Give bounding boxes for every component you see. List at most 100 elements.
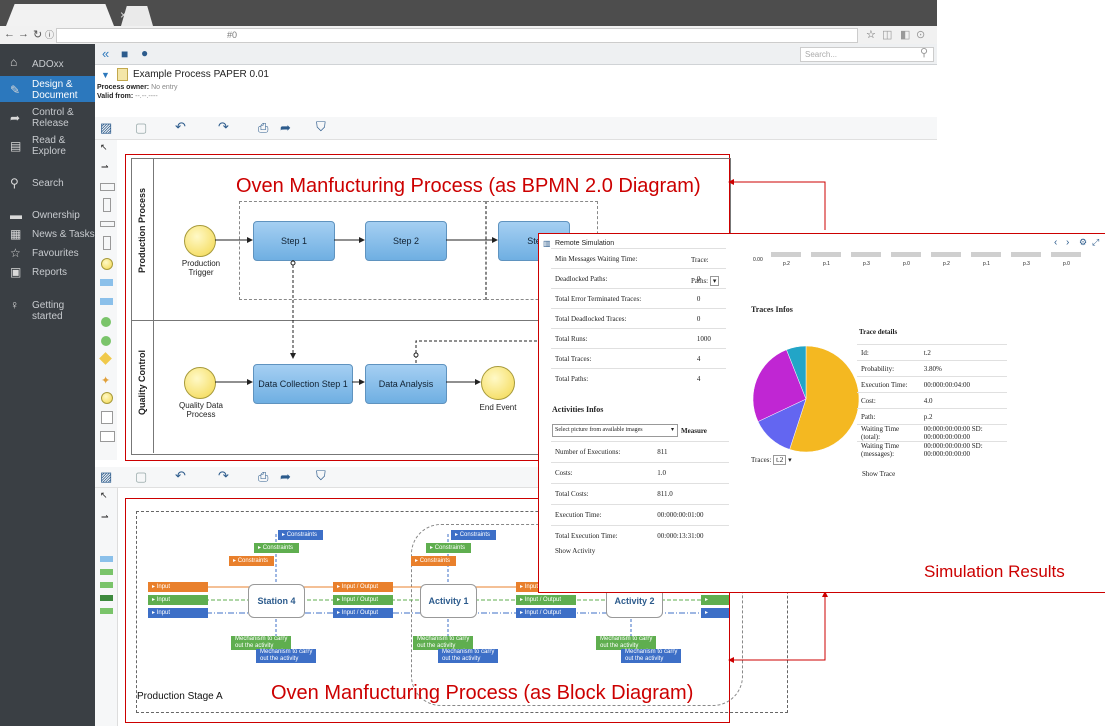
start-event-icon[interactable]	[101, 258, 113, 270]
reload-icon[interactable]: ↻	[33, 28, 42, 41]
expand-arrow-icon[interactable]: ▼	[101, 70, 110, 80]
sidebar-item-search[interactable]: ⚲ Search	[0, 175, 95, 191]
show-trace-link[interactable]: Show Trace	[862, 470, 895, 478]
redo-icon[interactable]: ↷	[218, 119, 229, 135]
constraints-block[interactable]: ▸ Constraints	[278, 530, 323, 540]
traces-select[interactable]: Traces: t.2 ▾	[751, 455, 792, 465]
back-icon[interactable]: ←	[4, 28, 15, 40]
image-icon-2[interactable]: ▨	[100, 469, 112, 485]
input-icon[interactable]	[100, 569, 113, 575]
subprocess-icon[interactable]	[100, 298, 113, 305]
constraints-block-6[interactable]: ▸ Constraints	[411, 556, 456, 566]
io-block[interactable]: ▸ Input / Output	[333, 582, 393, 592]
vlane-icon[interactable]	[103, 236, 111, 250]
shield-icon[interactable]: ⛉	[316, 119, 326, 135]
redo-icon-2[interactable]: ↷	[218, 468, 229, 484]
sidebar-item-design[interactable]: ✎ Design & Document	[0, 76, 95, 102]
sidebar-item-news[interactable]: ▦ News & Tasks	[0, 227, 95, 241]
extension-icon-2[interactable]: ◧	[900, 28, 910, 41]
mechanism-block-4[interactable]: Mechanism to carry out the activity	[438, 649, 498, 663]
io-block-3[interactable]: ▸ Input / Output	[333, 608, 393, 618]
event-green-icon[interactable]	[101, 317, 111, 327]
table-row: Waiting Time (messages): 00:000:00:00:00 …	[857, 441, 1007, 458]
pointer-icon[interactable]: ↖	[100, 142, 108, 153]
pointer-icon-2[interactable]: ↖	[100, 490, 108, 501]
input-block-3[interactable]: ▸ Input	[148, 608, 208, 618]
image-icon[interactable]: ▨	[100, 120, 112, 136]
search-icon[interactable]: ⚲	[920, 46, 928, 59]
input-block[interactable]: ▸ Input	[148, 582, 208, 592]
browser-tab[interactable]	[6, 4, 114, 26]
input-block-2[interactable]: ▸ Input	[148, 595, 208, 605]
print-icon-2[interactable]: ⎙	[258, 469, 268, 485]
trace-bar	[1051, 252, 1081, 257]
chat-icon[interactable]: ●	[141, 46, 148, 60]
constraints-block-4[interactable]: ▸ Constraints	[451, 530, 496, 540]
mechanism-block-3[interactable]: Mechanism to carry out the activity	[413, 636, 473, 650]
mechanism-icon[interactable]	[100, 608, 113, 614]
constraints-block-3[interactable]: ▸ Constraints	[229, 556, 274, 566]
sidebar-item-reports[interactable]: ▣ Reports	[0, 265, 95, 279]
simulation-window[interactable]: ▥ Remote Simulation ‹ › ⚙ ⤢ Min Messages…	[538, 233, 1105, 593]
block-icon[interactable]	[100, 556, 113, 562]
export-icon[interactable]: ➦	[280, 120, 291, 136]
info-icon[interactable]: ⓘ	[45, 28, 54, 41]
show-activity-link[interactable]: Show Activity	[555, 547, 595, 555]
sidebar-brand[interactable]: ⌂ ADOxx	[0, 55, 95, 73]
io-block-5[interactable]: ▸ Input / Output	[516, 595, 576, 605]
control-icon[interactable]	[100, 595, 113, 601]
folder-icon[interactable]: ■	[121, 47, 128, 61]
mechanism-block-6[interactable]: Mechanism to carry out the activity	[621, 649, 681, 663]
sidebar-item-ownership[interactable]: ▬ Ownership	[0, 208, 95, 222]
mechanism-block-5[interactable]: Mechanism to carry out the activity	[596, 636, 656, 650]
save-icon-2[interactable]: ▢	[135, 469, 147, 485]
output-icon[interactable]	[100, 582, 113, 588]
expand-icon[interactable]: ⤢	[1092, 237, 1099, 248]
extension-icon-3[interactable]: ⊙	[916, 28, 925, 41]
activity-1[interactable]: Activity 1	[420, 584, 477, 618]
lane-icon[interactable]	[103, 198, 111, 212]
connector-icon-2[interactable]: ⇀	[101, 512, 109, 523]
group-icon[interactable]	[100, 221, 115, 227]
pool-icon[interactable]	[100, 183, 115, 191]
message-icon[interactable]	[100, 431, 115, 442]
settings-icon[interactable]: ⚙	[1079, 237, 1087, 248]
mechanism-block-2[interactable]: Mechanism to carry out the activity	[256, 649, 316, 663]
collapse-icon[interactable]: «	[102, 46, 109, 61]
io-block-6[interactable]: ▸ Input / Output	[516, 608, 576, 618]
station-4[interactable]: Station 4	[248, 584, 305, 618]
forward-icon[interactable]: →	[18, 28, 29, 40]
extension-icon[interactable]: ◫	[882, 28, 892, 41]
task-icon[interactable]	[100, 279, 113, 286]
trace-bar	[971, 252, 1001, 257]
undo-icon-2[interactable]: ↶	[175, 468, 186, 484]
end-event-icon[interactable]	[101, 392, 113, 404]
shield-icon-2[interactable]: ⛉	[316, 468, 326, 484]
trace-bar	[811, 252, 841, 257]
io-block-2[interactable]: ▸ Input / Output	[333, 595, 393, 605]
constraints-block-5[interactable]: ▸ Constraints	[426, 543, 471, 553]
data-object-icon[interactable]	[101, 411, 113, 424]
sidebar-item-favourites[interactable]: ☆ Favourites	[0, 246, 95, 260]
undo-icon[interactable]: ↶	[175, 119, 186, 135]
image-select[interactable]: Select picture from available images ▾	[552, 424, 678, 437]
sidebar-item-control[interactable]: ➦ Control & Release	[0, 104, 95, 130]
mechanism-block[interactable]: Mechanism to carry out the activity	[231, 636, 291, 650]
row-value: 811	[653, 441, 729, 463]
search-input[interactable]: Search...	[800, 47, 934, 62]
sidebar-item-getting-started[interactable]: ♀ Getting started	[0, 298, 95, 322]
prev-icon[interactable]: ‹	[1054, 237, 1057, 248]
bookmark-star-icon[interactable]: ☆	[866, 28, 876, 41]
traces-pie[interactable]	[751, 344, 861, 454]
save-icon[interactable]: ▢	[135, 120, 147, 136]
print-icon[interactable]: ⎙	[258, 120, 268, 136]
event-green-icon-2[interactable]	[101, 336, 111, 346]
connector-icon[interactable]: ⇀	[101, 162, 109, 173]
address-bar[interactable]: #0	[56, 28, 858, 43]
constraints-block-2[interactable]: ▸ Constraints	[254, 543, 299, 553]
paths-dropdown[interactable]: ▾	[709, 276, 720, 286]
export-icon-2[interactable]: ➦	[280, 469, 291, 485]
next-icon[interactable]: ›	[1066, 237, 1069, 248]
sidebar-item-read[interactable]: ▤ Read & Explore	[0, 132, 95, 158]
gateway-plus-icon[interactable]: ✦	[101, 374, 110, 387]
